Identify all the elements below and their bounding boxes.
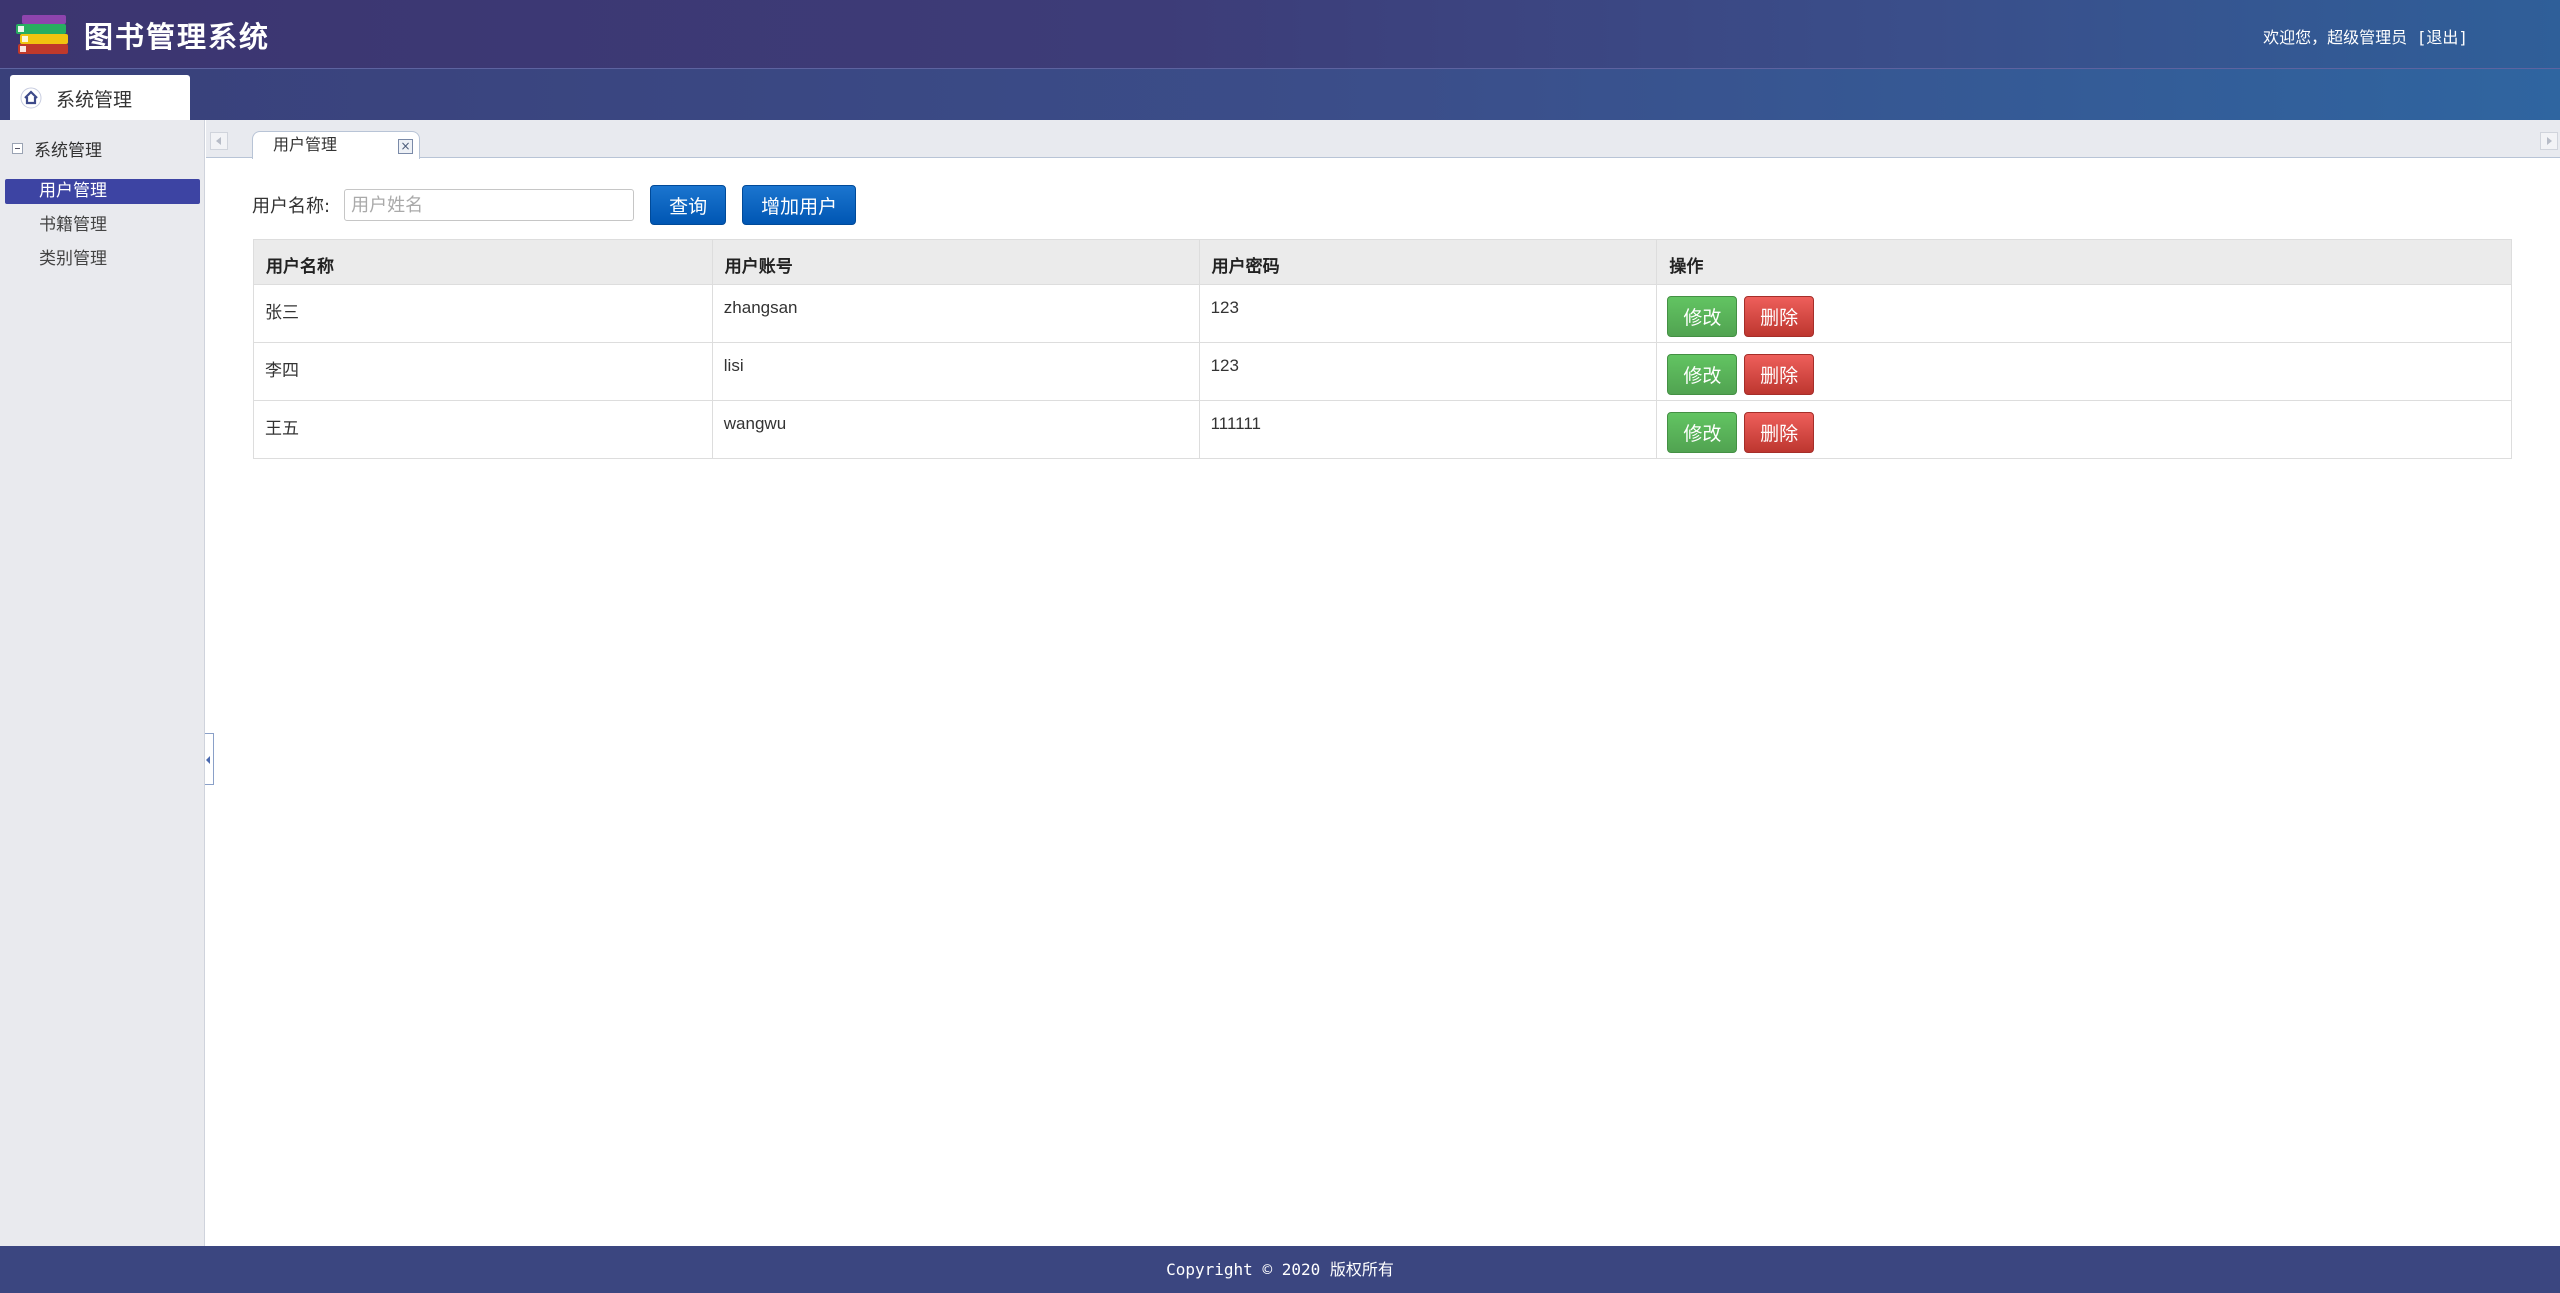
cell-user-account: zhangsan — [711, 284, 1200, 343]
welcome-text: 欢迎您，超级管理员 — [2263, 28, 2408, 47]
add-user-button[interactable]: 增加用户 — [742, 185, 857, 225]
top-nav: 系统管理 — [0, 68, 2560, 121]
cell-user-password: 123 — [1198, 284, 1658, 343]
tabs-bar: 用户管理 × — [206, 120, 2560, 159]
sidebar: 系统管理 用户管理 书籍管理 类别管理 — [0, 120, 205, 1246]
cell-actions: 修改 删除 — [1656, 400, 2512, 459]
delete-button[interactable]: 删除 — [1744, 296, 1815, 337]
edit-button[interactable]: 修改 — [1667, 412, 1738, 453]
sidebar-item-book-management[interactable]: 书籍管理 — [5, 213, 200, 238]
search-input[interactable] — [344, 189, 635, 221]
table-row: 李四 lisi 123 修改 删除 — [253, 342, 2512, 401]
tab-user-management[interactable]: 用户管理 × — [252, 131, 420, 159]
sidebar-group-label: 系统管理 — [34, 141, 102, 161]
tab-label: 用户管理 — [273, 135, 338, 154]
sidebar-item-category-management[interactable]: 类别管理 — [5, 247, 200, 272]
search-label: 用户名称: — [252, 196, 331, 217]
edit-button[interactable]: 修改 — [1667, 354, 1738, 395]
nav-tab-label: 系统管理 — [56, 88, 133, 111]
delete-button[interactable]: 删除 — [1744, 354, 1815, 395]
cell-user-password: 123 — [1198, 342, 1658, 401]
sidebar-item-user-management[interactable]: 用户管理 — [5, 179, 200, 204]
header-user-account: 用户账号 — [711, 239, 1200, 285]
header-user-name: 用户名称 — [253, 239, 713, 285]
edit-button[interactable]: 修改 — [1667, 296, 1738, 337]
cell-user-name: 李四 — [253, 342, 713, 401]
sidebar-group-system-management[interactable]: 系统管理 — [12, 136, 102, 161]
welcome-area: 欢迎您，超级管理员 [退出] — [2263, 24, 2468, 48]
app-title: 图书管理系统 — [84, 20, 271, 54]
table-header-row: 用户名称 用户账号 用户密码 操作 — [253, 239, 2512, 285]
cell-actions: 修改 删除 — [1656, 342, 2512, 401]
copyright-text: Copyright © 2020 版权所有 — [1166, 1260, 1394, 1279]
header-user-password: 用户密码 — [1198, 239, 1658, 285]
tab-scroll-left-icon[interactable] — [210, 132, 228, 150]
cell-actions: 修改 删除 — [1656, 284, 2512, 343]
search-bar: 用户名称: 查询 增加用户 — [252, 185, 857, 225]
collapse-toggle-icon[interactable] — [12, 143, 23, 154]
header-actions: 操作 — [1656, 239, 2512, 285]
cell-user-name: 王五 — [253, 400, 713, 459]
cell-user-password: 111111 — [1198, 400, 1658, 459]
delete-button[interactable]: 删除 — [1744, 412, 1815, 453]
cell-user-account: wangwu — [711, 400, 1200, 459]
app-header: 图书管理系统 欢迎您，超级管理员 [退出] — [0, 0, 2560, 68]
query-button[interactable]: 查询 — [650, 185, 727, 225]
tab-scroll-right-icon[interactable] — [2540, 132, 2558, 150]
user-table: 用户名称 用户账号 用户密码 操作 张三 zhangsan 123 修改 删除 … — [253, 239, 2512, 459]
cell-user-account: lisi — [711, 342, 1200, 401]
home-icon — [20, 87, 42, 109]
cell-user-name: 张三 — [253, 284, 713, 343]
footer: Copyright © 2020 版权所有 — [0, 1246, 2560, 1293]
table-row: 王五 wangwu 111111 修改 删除 — [253, 400, 2512, 459]
close-icon[interactable]: × — [398, 139, 413, 154]
table-row: 张三 zhangsan 123 修改 删除 — [253, 284, 2512, 343]
books-stack-icon — [16, 15, 68, 54]
logout-link[interactable]: [退出] — [2417, 28, 2468, 47]
nav-tab-system-management[interactable]: 系统管理 — [10, 75, 190, 121]
sidebar-collapse-handle[interactable] — [205, 733, 214, 785]
